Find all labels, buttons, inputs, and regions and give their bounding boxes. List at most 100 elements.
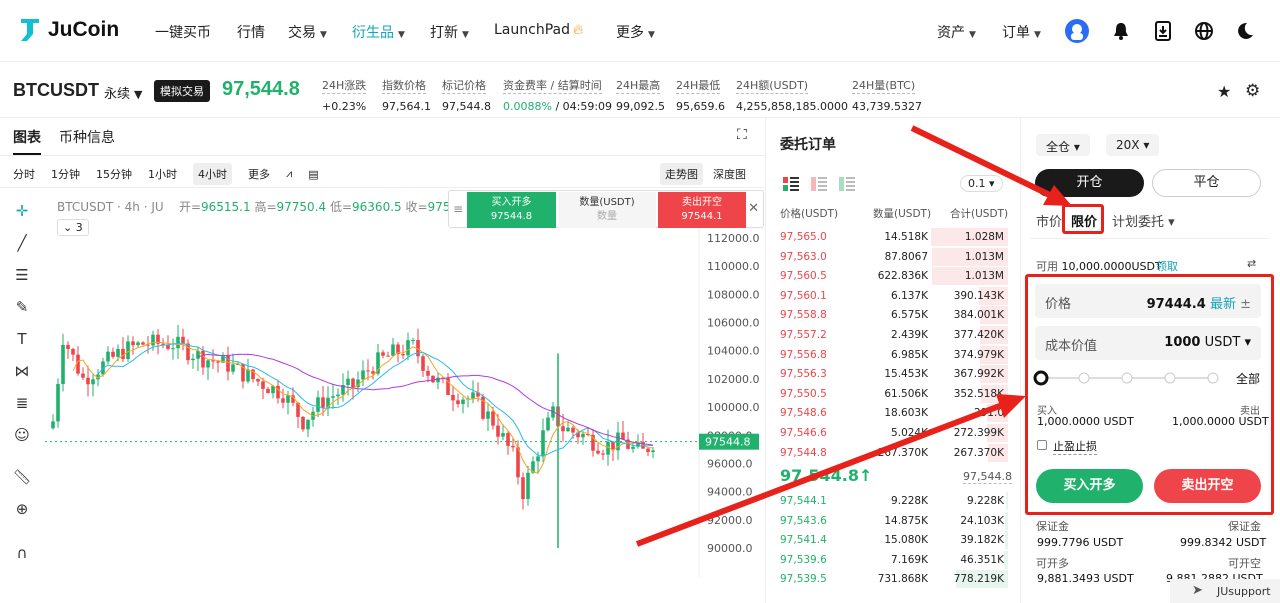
nav-markets[interactable]: 行情 xyxy=(237,22,265,42)
ask-row[interactable]: 97,565.0 14.518K 1.028M xyxy=(766,227,1008,247)
fib-icon[interactable]: ≣ xyxy=(12,394,32,414)
row-price: 97,539.5 xyxy=(780,573,827,586)
nav-orders[interactable]: 订单 ▼ xyxy=(1002,22,1041,42)
precision-select[interactable]: 0.1 ▾ xyxy=(960,175,1003,192)
fullscreen-icon[interactable]: ⛶ xyxy=(737,127,747,143)
interval-15m[interactable]: 15分钟 xyxy=(96,166,132,182)
margin-mode-select[interactable]: 全仓 ▾ xyxy=(1036,134,1090,156)
ask-row[interactable]: 97,558.8 6.575K 384.001K xyxy=(766,305,1008,325)
leverage-select[interactable]: 20X ▾ xyxy=(1106,134,1160,156)
ask-row[interactable]: 97,548.6 18.603K 291.0 xyxy=(766,403,1008,423)
candle-body xyxy=(211,360,215,362)
avatar[interactable] xyxy=(1064,18,1090,44)
text-icon[interactable]: T xyxy=(12,330,32,350)
download-icon[interactable] xyxy=(1150,18,1176,44)
candle-body xyxy=(171,348,175,350)
zoom-in-icon[interactable]: ⊕ xyxy=(12,500,32,520)
support-widget[interactable]: ➤ JUsupport xyxy=(1170,579,1280,603)
close-icon[interactable]: ✕ xyxy=(748,201,759,216)
ask-row[interactable]: 97,563.0 87.8067 1.013M xyxy=(766,247,1008,267)
margin-mode-value: 全仓 xyxy=(1046,140,1071,154)
stat-24h-amount: 24H额(USDT) 4,255,858,185.0000 xyxy=(736,74,848,113)
bid-row[interactable]: 97,541.4 15.080K 39.182K xyxy=(766,530,1008,550)
bid-row[interactable]: 97,539.5 731.868K 778.219K xyxy=(766,569,1008,589)
brush-icon[interactable]: ✎ xyxy=(12,298,32,318)
ask-row[interactable]: 97,550.5 61.506K 352.518K xyxy=(766,384,1008,404)
ask-row[interactable]: 97,556.3 15.453K 367.992K xyxy=(766,364,1008,384)
tab-chart[interactable]: 图表 xyxy=(13,127,41,155)
indicator-icon[interactable]: ⩘ xyxy=(286,167,292,181)
symbol-name[interactable]: BTCUSDT xyxy=(13,80,99,101)
globe-icon[interactable] xyxy=(1191,18,1217,44)
close-position-tab[interactable]: 平仓 xyxy=(1152,169,1261,197)
candlestick-chart[interactable]: 112000.0 110000.0 108000.0 106000.0 104000.0… xyxy=(45,192,760,577)
quick-buy-long-button[interactable]: 买入开多 97544.8 xyxy=(467,192,556,228)
bell-icon[interactable] xyxy=(1108,18,1134,44)
crosshair-icon[interactable]: ✛ xyxy=(12,202,32,222)
high-value: 97750.4 xyxy=(276,200,327,214)
ask-row[interactable]: 97,556.8 6.985K 374.979K xyxy=(766,345,1008,365)
bid-row[interactable]: 97,543.6 14.875K 24.103K xyxy=(766,511,1008,531)
col-total: 合计(USDT) xyxy=(950,208,1009,220)
order-type-market[interactable]: 市价 xyxy=(1036,211,1062,230)
open-position-tab[interactable]: 开仓 xyxy=(1035,169,1144,197)
nav-new-listing[interactable]: 打新 ▼ xyxy=(430,22,469,42)
candle-body xyxy=(131,341,135,346)
interval-more[interactable]: 更多 xyxy=(248,166,270,182)
nav-launchpad[interactable]: LaunchPad 🔥︎ xyxy=(494,22,583,38)
candle-body xyxy=(451,394,455,401)
claim-link[interactable]: 领取 xyxy=(1156,258,1178,274)
indicator-toggle[interactable]: ⌄ 3 xyxy=(57,219,89,236)
candle-body xyxy=(71,348,75,355)
tab-coin-info[interactable]: 币种信息 xyxy=(59,127,115,155)
ask-row[interactable]: 97,544.8 267.370K 267.370K xyxy=(766,443,1008,463)
dark-mode-icon[interactable] xyxy=(1232,18,1258,44)
jucoin-logo-icon xyxy=(21,19,39,41)
interval-4h[interactable]: 4小时 xyxy=(193,163,232,185)
horizontal-lines-icon[interactable]: ☰ xyxy=(12,266,32,286)
bid-row[interactable]: 97,539.6 7.169K 46.351K xyxy=(766,550,1008,570)
nav-derivatives[interactable]: 衍生品 ▼ xyxy=(352,22,405,42)
ruler-icon[interactable]: 📏︎ xyxy=(12,468,32,488)
ask-row[interactable]: 97,560.1 6.137K 390.143K xyxy=(766,286,1008,306)
candle-body xyxy=(61,344,65,384)
jucoin-logo[interactable]: JuCoin xyxy=(18,17,119,43)
candle-body xyxy=(336,394,340,397)
candle-body xyxy=(361,370,365,380)
nav-assets[interactable]: 资产 ▼ xyxy=(937,22,976,42)
star-icon[interactable]: ★ xyxy=(1217,82,1231,101)
gear-icon[interactable]: ⚙ xyxy=(1245,81,1260,101)
tab-trend-chart[interactable]: 走势图 xyxy=(660,163,703,185)
trendline-icon[interactable]: ╱ xyxy=(12,234,32,254)
caret-down-icon: ▾ xyxy=(1168,215,1175,230)
nav-more[interactable]: 更多 ▼ xyxy=(616,22,655,42)
settings-doc-icon[interactable]: ▤ xyxy=(308,168,318,181)
transfer-icon[interactable]: ⇄ xyxy=(1247,257,1256,270)
fire-icon: 🔥︎ xyxy=(572,22,584,38)
ask-row[interactable]: 97,560.5 622.836K 1.013M xyxy=(766,266,1008,286)
nav-quick-buy[interactable]: 一键买币 xyxy=(155,22,211,42)
contract-type[interactable]: 永续 ▼ xyxy=(104,83,142,102)
nav-trade[interactable]: 交易 ▼ xyxy=(288,22,327,42)
both-sides-icon[interactable] xyxy=(783,177,799,191)
emoji-icon[interactable]: ☺ xyxy=(12,426,32,446)
drag-handle-icon[interactable]: ≡ xyxy=(453,202,463,216)
candle-body xyxy=(316,397,320,412)
demo-trading-badge[interactable]: 模拟交易 xyxy=(154,80,210,102)
bid-row[interactable]: 97,544.1 9.228K 9.228K xyxy=(766,491,1008,511)
row-total: 1.013M xyxy=(964,250,1004,263)
interval-1h[interactable]: 1小时 xyxy=(148,166,177,182)
candle-body xyxy=(216,361,220,363)
pattern-icon[interactable]: ⋈ xyxy=(12,362,32,382)
order-type-trigger[interactable]: 计划委托 ▾ xyxy=(1112,211,1175,230)
quick-sell-short-button[interactable]: 卖出开空 97544.1 xyxy=(658,192,746,228)
magnet-icon[interactable]: ∩ xyxy=(12,544,32,564)
asks-only-icon[interactable] xyxy=(811,177,827,191)
interval-timeline[interactable]: 分时 xyxy=(13,166,35,182)
quick-qty-input[interactable]: 数量(USDT) 数量 xyxy=(558,192,656,228)
interval-1m[interactable]: 1分钟 xyxy=(51,166,80,182)
tab-depth-chart[interactable]: 深度图 xyxy=(713,166,746,182)
ask-row[interactable]: 97,546.6 5.024K 272.399K xyxy=(766,423,1008,443)
bids-only-icon[interactable] xyxy=(839,177,855,191)
ask-row[interactable]: 97,557.2 2.439K 377.420K xyxy=(766,325,1008,345)
